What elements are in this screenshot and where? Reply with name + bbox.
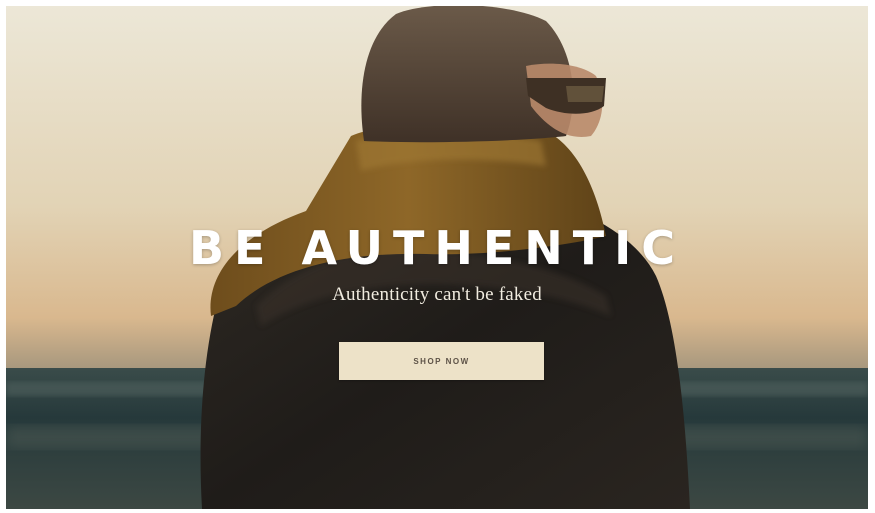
hero-title: BE AUTHENTIC — [188, 221, 686, 275]
hero-content: BE AUTHENTIC Authenticity can't be faked… — [6, 6, 868, 509]
hero-subtitle: Authenticity can't be faked — [332, 284, 542, 305]
hero-section: BE AUTHENTIC Authenticity can't be faked… — [6, 6, 868, 509]
shop-now-button[interactable]: SHOP NOW — [339, 342, 544, 380]
